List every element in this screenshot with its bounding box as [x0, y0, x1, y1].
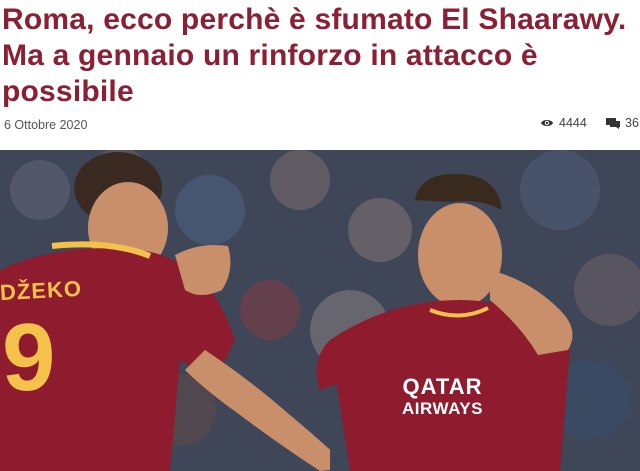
sponsor-line-1: QATAR — [402, 374, 483, 399]
player-right — [316, 173, 573, 471]
article-meta: 6 Ottobre 2020 4444 36 — [0, 116, 640, 136]
article-date: 6 Ottobre 2020 — [4, 118, 88, 132]
views-counter: 4444 — [540, 116, 587, 130]
article-photo: DŽEKO 9 QATAR AIRWAYS — [0, 150, 640, 471]
sponsor-line-2: AIRWAYS — [402, 399, 483, 418]
eye-icon — [540, 118, 554, 128]
comment-icon — [606, 117, 620, 129]
comments-count: 36 — [625, 116, 639, 130]
article-title: Roma, ecco perchè è sfumato El Shaarawy.… — [2, 3, 627, 108]
shirt-name: DŽEKO — [0, 275, 83, 306]
shirt-number: 9 — [2, 304, 56, 411]
shirt-sponsor: QATAR AIRWAYS — [402, 376, 483, 420]
views-count: 4444 — [559, 116, 587, 130]
comments-counter[interactable]: 36 — [606, 116, 639, 130]
